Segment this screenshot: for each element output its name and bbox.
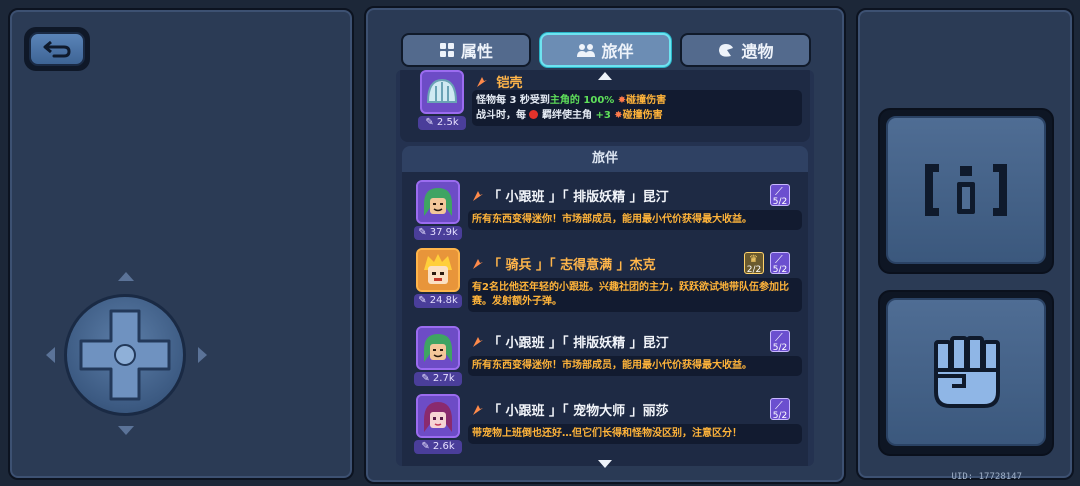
slot-count: 5/2: [772, 265, 788, 274]
companion-desc: 有2名比他还年轻的小跟班。兴趣社团的主力，跃跃欲试地带队伍参加比赛。发射额外子弹…: [468, 278, 802, 312]
companion-name: 「 小跟班 」「 排版妖精 」昆汀: [472, 332, 669, 351]
list-item[interactable]: ✎ 2.6k 「 小跟班 」「 宠物大师 」丽莎 ⟋ 5/2 带宠物上班倒也还好…: [414, 394, 806, 460]
companion-list[interactable]: ✎ 2.5k 铠壳 怪物每 3 秒受到主角的 100% ✸碰撞伤害 战斗时，每 …: [396, 70, 814, 466]
attack-button[interactable]: [878, 290, 1054, 456]
tab-relics[interactable]: 遗物: [680, 33, 811, 67]
bond-slot[interactable]: ⟋ 5/2: [770, 252, 790, 274]
companion-name: 「 小跟班 」「 宠物大师 」丽莎: [472, 400, 669, 419]
character-portrait-icon: [418, 328, 458, 368]
slot-count: 5/2: [772, 343, 788, 352]
sword-icon: ⟋: [775, 399, 783, 412]
top-item-card: ✎ 2.5k 铠壳 怪物每 3 秒受到主角的 100% ✸碰撞伤害 战斗时，每 …: [400, 70, 810, 142]
avatar: [416, 180, 460, 224]
collision-icon: ✸: [614, 110, 623, 121]
companion-name-text: 「 小跟班 」「 排版妖精 」昆汀: [488, 190, 669, 205]
info-button[interactable]: [878, 108, 1054, 274]
rank-icon: [473, 191, 483, 201]
top-desc-line2-suffix: 碰撞伤害: [622, 110, 663, 121]
top-desc-line2-middle: 羁绊使主角: [541, 110, 592, 121]
power-tag: ✎ 37.9k: [414, 226, 462, 240]
rank-icon: [473, 259, 483, 269]
dpad-right-arrow-icon: [198, 347, 207, 363]
info-icon: [925, 164, 1007, 216]
power-tag: ✎ 2.7k: [414, 372, 462, 386]
grid-icon: [439, 43, 454, 57]
bond-slot[interactable]: ♛ 2/2: [744, 252, 764, 274]
top-desc-line2-prefix: 战斗时，每: [476, 110, 526, 121]
dpad-up-arrow-icon: [118, 272, 134, 281]
character-portrait-icon: [418, 182, 458, 222]
back-button[interactable]: [24, 27, 90, 71]
dpad-cross-icon: [79, 309, 171, 401]
companion-name-text: 「 小跟班 」「 宠物大师 」丽莎: [488, 404, 669, 419]
avatar: [416, 248, 460, 292]
companion-name: 「 骑兵 」「 志得意满 」杰克: [472, 254, 656, 273]
list-item[interactable]: ✎ 24.8k 「 骑兵 」「 志得意满 」杰克 ♛ 2/2 ⟋ 5/2 有2名…: [414, 248, 806, 322]
shell-icon: [426, 78, 458, 103]
avatar: [416, 326, 460, 370]
rank-icon: [473, 337, 483, 347]
character-portrait-icon: [418, 396, 458, 436]
power-value: 2.5k: [436, 117, 459, 128]
sword-icon: ⟋: [775, 253, 783, 266]
avatar: [416, 394, 460, 438]
companion-name: 「 小跟班 」「 排版妖精 」昆汀: [472, 186, 669, 205]
top-desc-line1-prefix: 怪物每 3 秒受到: [476, 95, 550, 106]
power-value: 24.8k: [429, 295, 458, 306]
dpad-base: [64, 294, 186, 416]
scroll-up-arrow-icon[interactable]: [598, 72, 612, 80]
power-tag: ✎ 24.8k: [414, 294, 462, 308]
slot-count: 2/2: [746, 265, 762, 274]
relic-icon: [719, 44, 734, 57]
top-desc-line2-highlight: +3: [595, 110, 611, 121]
top-desc-line1-suffix: 碰撞伤害: [626, 95, 667, 106]
top-item-name-row: 铠壳: [476, 72, 523, 91]
dpad-left-arrow-icon: [46, 347, 55, 363]
dpad-down-arrow-icon: [118, 426, 134, 435]
slot-count: 5/2: [772, 197, 788, 206]
list-item[interactable]: ✎ 37.9k 「 小跟班 」「 排版妖精 」昆汀 ⟋ 5/2 所有东西变得迷你…: [414, 180, 806, 246]
bond-slot[interactable]: ⟋ 5/2: [770, 398, 790, 420]
bond-icon: [529, 110, 539, 119]
top-item-name: 铠壳: [496, 76, 523, 91]
back-icon: [29, 32, 85, 66]
tab-companion[interactable]: 旅伴: [540, 33, 671, 67]
sword-icon: ⟋: [775, 331, 783, 344]
companion-name-text: 「 小跟班 」「 排版妖精 」昆汀: [488, 336, 669, 351]
companion-desc: 所有东西变得迷你！市场部成员，能用最小代价获得最大收益。: [468, 210, 802, 230]
collision-icon: ✸: [617, 95, 627, 106]
fist-icon: [934, 336, 1000, 408]
people-icon: [577, 44, 596, 57]
power-value: 37.9k: [429, 227, 458, 238]
companion-section: 旅伴 ✎ 37.9k 「 小跟班 」「 排版妖精 」昆汀 ⟋ 5/2 所有东西变…: [402, 146, 808, 466]
power-value: 2.6k: [432, 441, 455, 452]
bond-slot[interactable]: ⟋ 5/2: [770, 184, 790, 206]
avatar: [420, 70, 464, 114]
companion-desc: 所有东西变得迷你！市场部成员，能用最小代价获得最大收益。: [468, 356, 802, 376]
list-item[interactable]: ✎ 2.7k 「 小跟班 」「 排版妖精 」昆汀 ⟋ 5/2 所有东西变得迷你！…: [414, 326, 806, 392]
section-title: 旅伴: [402, 146, 808, 172]
tab-relics-label: 遗物: [741, 42, 774, 61]
companion-desc: 带宠物上班倒也还好…但它们长得和怪物没区别，注意区分！: [468, 424, 802, 444]
sword-icon: ⟋: [775, 185, 783, 198]
tab-attributes[interactable]: 属性: [401, 33, 531, 67]
scroll-down-arrow-icon[interactable]: [598, 460, 612, 468]
character-portrait-icon: [418, 250, 458, 290]
crown-icon: ♛: [749, 254, 758, 265]
tab-companion-label: 旅伴: [601, 42, 634, 61]
power-value: 2.7k: [432, 373, 455, 384]
power-tag: ✎ 2.6k: [414, 440, 462, 454]
rank-icon: [477, 77, 487, 87]
companion-name-text: 「 骑兵 」「 志得意满 」杰克: [488, 258, 656, 273]
slot-count: 5/2: [772, 411, 788, 420]
rank-icon: [473, 405, 483, 415]
bond-slot[interactable]: ⟋ 5/2: [770, 330, 790, 352]
top-item-desc: 怪物每 3 秒受到主角的 100% ✸碰撞伤害 战斗时，每 羁绊使主角 +3 ✸…: [472, 90, 802, 126]
dpad-joystick[interactable]: [40, 272, 212, 436]
power-tag: ✎ 2.5k: [418, 116, 466, 130]
user-id: UID: 17728147: [951, 472, 1022, 482]
top-desc-line1-highlight: 主角的 100%: [549, 95, 615, 106]
tab-attributes-label: 属性: [460, 42, 493, 61]
